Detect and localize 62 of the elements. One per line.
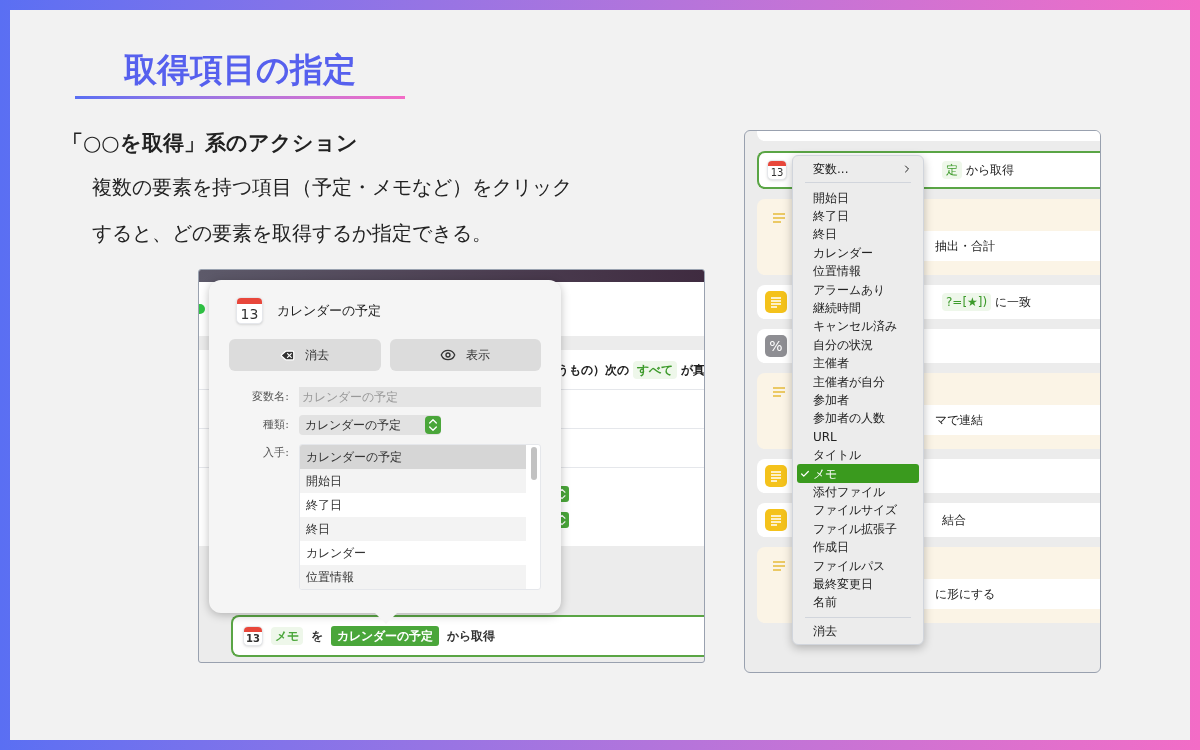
scrollbar-thumb[interactable]: [531, 447, 537, 480]
calendar-icon: 13: [236, 297, 263, 324]
stepper-icon: [425, 416, 441, 434]
menu-item[interactable]: 参加者の人数: [797, 409, 919, 428]
show-button[interactable]: 表示: [389, 339, 541, 371]
delete-icon: [280, 347, 296, 363]
menu-item[interactable]: 参加者: [797, 390, 919, 410]
checkmark-icon: [800, 468, 810, 479]
action-text: が真: [681, 361, 704, 379]
menu-item[interactable]: 最終変更日: [797, 574, 919, 594]
description-line: すると、どの要素を取得するか指定できる。: [92, 220, 493, 247]
eye-icon: [440, 347, 457, 363]
menu-item[interactable]: 継続時間: [797, 298, 919, 318]
note-icon: [773, 213, 785, 223]
menu-item[interactable]: 開始日: [797, 188, 919, 207]
action-text: 抽出・合計: [935, 238, 995, 255]
text-lines-icon: [765, 291, 787, 313]
note-icon: [773, 387, 785, 397]
menu-item[interactable]: 名前: [797, 593, 919, 612]
percent-icon: %: [765, 335, 787, 357]
action-text: を: [311, 628, 323, 645]
list-item[interactable]: 位置情報: [300, 565, 526, 589]
menu-item[interactable]: メモ: [797, 464, 919, 483]
list-item[interactable]: カレンダーの予定: [300, 445, 526, 469]
clear-button[interactable]: 消去: [229, 339, 381, 371]
submenu-item[interactable]: 変数...: [797, 162, 919, 176]
text-lines-icon: [765, 509, 787, 531]
menu-item[interactable]: 主催者が自分: [797, 372, 919, 391]
menu-item[interactable]: タイトル: [797, 445, 919, 465]
menu-item[interactable]: カレンダー: [797, 243, 919, 263]
action-text: に一致: [995, 294, 1032, 311]
action-text: 結合: [942, 512, 966, 529]
menu-item[interactable]: ファイル拡張子: [797, 519, 919, 538]
menu-item[interactable]: 消去: [797, 624, 919, 638]
list-item[interactable]: 終日: [300, 517, 526, 541]
menu-item[interactable]: ファイルサイズ: [797, 501, 919, 520]
calendar-icon: 13: [243, 626, 263, 646]
field-label: 変数名:: [251, 389, 289, 405]
action-text: から取得: [966, 162, 1014, 179]
field-label: 種類:: [262, 417, 289, 433]
note-icon: [773, 561, 785, 571]
action-text: から取得: [447, 628, 495, 645]
action-text: に形にする: [935, 586, 995, 603]
description-line: 複数の要素を持つ項目（予定・メモなど）をクリック: [92, 174, 573, 201]
menu-item[interactable]: 作成日: [797, 537, 919, 557]
type-popup[interactable]: カレンダーの予定: [299, 415, 441, 435]
popover-title: カレンダーの予定: [277, 301, 381, 320]
action-text: マで連結: [935, 412, 983, 429]
page-heading: 取得項目の指定: [124, 49, 356, 91]
field-label: 入手:: [262, 445, 289, 461]
menu-item[interactable]: 終日: [797, 225, 919, 244]
text-lines-icon: [765, 465, 787, 487]
menu-item[interactable]: ファイルパス: [797, 556, 919, 575]
menu-item[interactable]: 位置情報: [797, 262, 919, 281]
menu-item[interactable]: 終了日: [797, 206, 919, 226]
menu-item[interactable]: URL: [797, 427, 919, 446]
menu-item[interactable]: 自分の状況: [797, 335, 919, 354]
list-item[interactable]: 開始日: [300, 469, 526, 493]
menu-item[interactable]: 添付ファイル: [797, 482, 919, 502]
section-subheading: 「○○を取得」系のアクション: [62, 130, 359, 157]
calendar-icon: 13: [767, 160, 787, 180]
variable-name-field[interactable]: カレンダーの予定: [299, 387, 541, 407]
